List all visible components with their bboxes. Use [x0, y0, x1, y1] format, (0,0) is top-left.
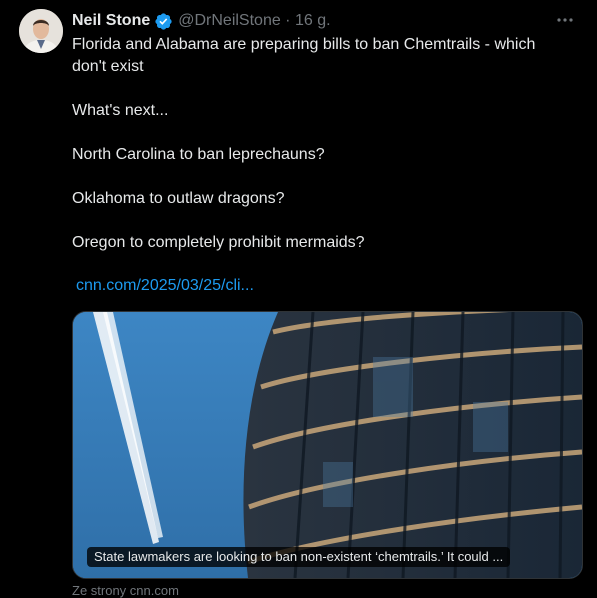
verified-badge-icon — [154, 12, 173, 31]
link-preview-card[interactable]: State lawmakers are looking to ban non-e… — [72, 311, 583, 579]
more-options-icon[interactable] — [553, 8, 577, 32]
tweet-paragraph: What's next... — [72, 102, 169, 119]
tweet[interactable]: Neil Stone @DrNeilStone · 16 g. Florida … — [0, 0, 597, 598]
tweet-paragraph: Florida and Alabama are preparing bills … — [72, 36, 536, 75]
card-image — [73, 312, 582, 578]
tweet-paragraph: Oklahoma to outlaw dragons? — [72, 190, 285, 207]
card-caption: State lawmakers are looking to ban non-e… — [87, 547, 511, 567]
handle-and-time[interactable]: @DrNeilStone · 16 g. — [178, 12, 330, 30]
avatar[interactable] — [19, 9, 63, 53]
tweet-text: Florida and Alabama are preparing bills … — [72, 34, 552, 254]
article-link[interactable]: cnn.com/2025/03/25/cli... — [76, 277, 254, 295]
author-name[interactable]: Neil Stone — [72, 12, 150, 30]
avatar-image — [19, 9, 63, 53]
tweet-paragraph: Oregon to completely prohibit mermaids? — [72, 234, 365, 251]
tweet-paragraph: North Carolina to ban leprechauns? — [72, 146, 325, 163]
tweet-header: Neil Stone @DrNeilStone · 16 g. — [72, 10, 331, 32]
